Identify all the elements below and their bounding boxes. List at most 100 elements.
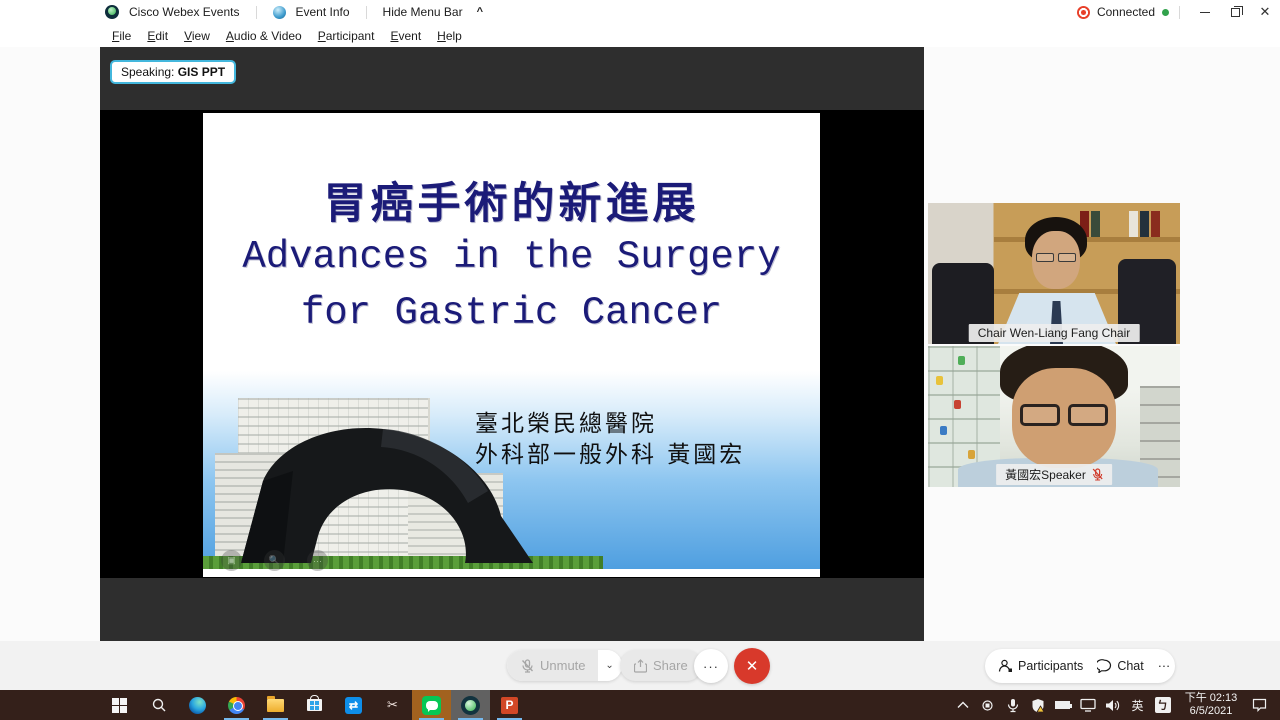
tray-battery-icon[interactable]: [1050, 690, 1075, 720]
slide-title-english-2: for Gastric Cancer: [203, 291, 820, 335]
tray-display-icon[interactable]: [1075, 690, 1100, 720]
menu-audio-video[interactable]: Audio & Video: [219, 26, 309, 46]
sync-icon: [980, 698, 995, 713]
taskbar-store[interactable]: [295, 690, 334, 720]
taskbar-chrome[interactable]: [217, 690, 256, 720]
more-options-button[interactable]: ···: [694, 649, 728, 683]
start-button[interactable]: [100, 690, 139, 720]
book: [1151, 211, 1160, 237]
figurine: [954, 400, 961, 409]
menu-bar: File Edit View Audio & Video Participant…: [0, 24, 1280, 47]
speaker-icon: [1105, 699, 1120, 712]
taskbar-clock[interactable]: 下午 02:13 6/5/2021: [1175, 692, 1247, 718]
taskbar-teamviewer[interactable]: ⇄: [334, 690, 373, 720]
tray-microphone-icon[interactable]: [1000, 690, 1025, 720]
search-icon: [151, 697, 167, 713]
meeting-control-bar: Unmute ⌄ Share ··· ✕: [0, 641, 1280, 690]
powerpoint-icon: P: [501, 697, 518, 714]
speaker-person-glasses: [1020, 404, 1108, 426]
leave-event-button[interactable]: ✕: [734, 648, 770, 684]
edge-icon: [189, 697, 206, 714]
more-overlay-icon[interactable]: ···: [307, 550, 328, 571]
taskbar-snipping-tool[interactable]: ✂: [373, 690, 412, 720]
tray-volume-icon[interactable]: [1100, 690, 1125, 720]
connection-good-dot: [1162, 9, 1169, 16]
taskbar-webex[interactable]: [451, 690, 490, 720]
menu-edit[interactable]: Edit: [140, 26, 175, 46]
share-button[interactable]: Share: [620, 650, 702, 681]
shield-warning-icon: [1031, 698, 1045, 713]
clock-date: 6/5/2021: [1179, 705, 1243, 718]
webex-logo-icon: [105, 5, 119, 19]
tray-show-hidden-button[interactable]: [950, 690, 975, 720]
slide-affiliation: 臺北榮民總醫院 外科部一般外科 黃國宏: [475, 409, 745, 471]
speaking-prefix: Speaking:: [121, 65, 174, 79]
system-tray: 英 ㄅ 下午 02:13 6/5/2021: [950, 690, 1280, 720]
speaking-indicator: Speaking: GIS PPT: [110, 60, 236, 84]
taskbar-file-explorer[interactable]: [256, 690, 295, 720]
webex-window: Cisco Webex Events Event Info Hide Menu …: [0, 0, 1280, 720]
chevron-up-icon: [957, 701, 969, 709]
video1-name-tag: Chair Wen-Liang Fang Chair: [969, 324, 1140, 342]
windows-taskbar: ⇄ ✂ P: [0, 690, 1280, 720]
chrome-icon: [228, 697, 245, 714]
caret-up-icon[interactable]: ^: [477, 6, 483, 18]
participants-button[interactable]: Participants: [991, 659, 1090, 673]
participants-icon: [998, 659, 1013, 673]
restore-button[interactable]: [1220, 0, 1250, 24]
divider: [256, 6, 257, 19]
menu-view[interactable]: View: [177, 26, 217, 46]
battery-icon: [1055, 701, 1070, 709]
tray-language-indicator[interactable]: 英: [1125, 690, 1150, 720]
chair-person-glasses: [1036, 253, 1076, 263]
file-explorer-icon: [267, 699, 284, 712]
close-button[interactable]: ✕: [1250, 0, 1280, 24]
display-icon: [1080, 698, 1096, 712]
tray-sync-icon[interactable]: [975, 690, 1000, 720]
mic-muted-icon: [1092, 468, 1103, 481]
unmute-label: Unmute: [540, 658, 586, 673]
unmute-button[interactable]: Unmute: [507, 650, 598, 681]
menu-file[interactable]: File: [105, 26, 138, 46]
zoom-overlay-icon[interactable]: 🔍: [264, 550, 285, 571]
teamviewer-icon: ⇄: [345, 697, 362, 714]
audio-options-button[interactable]: ⌄: [598, 650, 622, 681]
divider: [366, 6, 367, 19]
share-label: Share: [653, 658, 688, 673]
restore-icon: [1231, 8, 1240, 17]
close-icon: ✕: [1260, 4, 1271, 20]
ppt-letter: P: [505, 698, 513, 712]
more-panels-button[interactable]: ···: [1151, 659, 1175, 673]
figurine: [936, 376, 943, 385]
book: [1140, 211, 1149, 237]
minimize-button[interactable]: [1190, 0, 1220, 24]
hide-menu-bar-button[interactable]: Hide Menu Bar: [383, 5, 463, 19]
connected-status[interactable]: Connected: [1097, 5, 1155, 19]
book: [1091, 211, 1100, 237]
tray-ime-indicator[interactable]: ㄅ: [1150, 690, 1175, 720]
slide-title-english-1: Advances in the Surgery: [203, 235, 820, 279]
menu-event[interactable]: Event: [383, 26, 428, 46]
speaking-name: GIS PPT: [178, 65, 225, 79]
minimize-icon: [1200, 12, 1210, 13]
chat-button[interactable]: Chat: [1090, 659, 1150, 673]
taskbar-line[interactable]: [412, 690, 451, 720]
more-icon: ···: [1158, 659, 1171, 673]
connected-status-icon: [1077, 6, 1090, 19]
taskbar-edge[interactable]: [178, 690, 217, 720]
figurine: [940, 426, 947, 435]
action-center-button[interactable]: [1247, 690, 1272, 720]
video-thumbnail-speaker[interactable]: 黃國宏Speaker: [928, 346, 1180, 487]
shared-screen: 胃癌手術的新進展 Advances in the Surgery for Gas…: [100, 110, 924, 578]
video2-name-tag: 黃國宏Speaker: [996, 464, 1112, 485]
taskbar-powerpoint[interactable]: P: [490, 690, 529, 720]
tray-security-icon[interactable]: [1025, 690, 1050, 720]
book: [1129, 211, 1138, 237]
menu-help[interactable]: Help: [430, 26, 469, 46]
taskbar-search-button[interactable]: [139, 690, 178, 720]
camera-overlay-icon[interactable]: ▣: [221, 550, 242, 571]
menu-participant[interactable]: Participant: [311, 26, 382, 46]
event-info-link[interactable]: Event Info: [296, 5, 350, 19]
video-thumbnail-chair[interactable]: Chair Wen-Liang Fang Chair: [928, 203, 1180, 344]
webex-app-icon: [461, 696, 480, 715]
